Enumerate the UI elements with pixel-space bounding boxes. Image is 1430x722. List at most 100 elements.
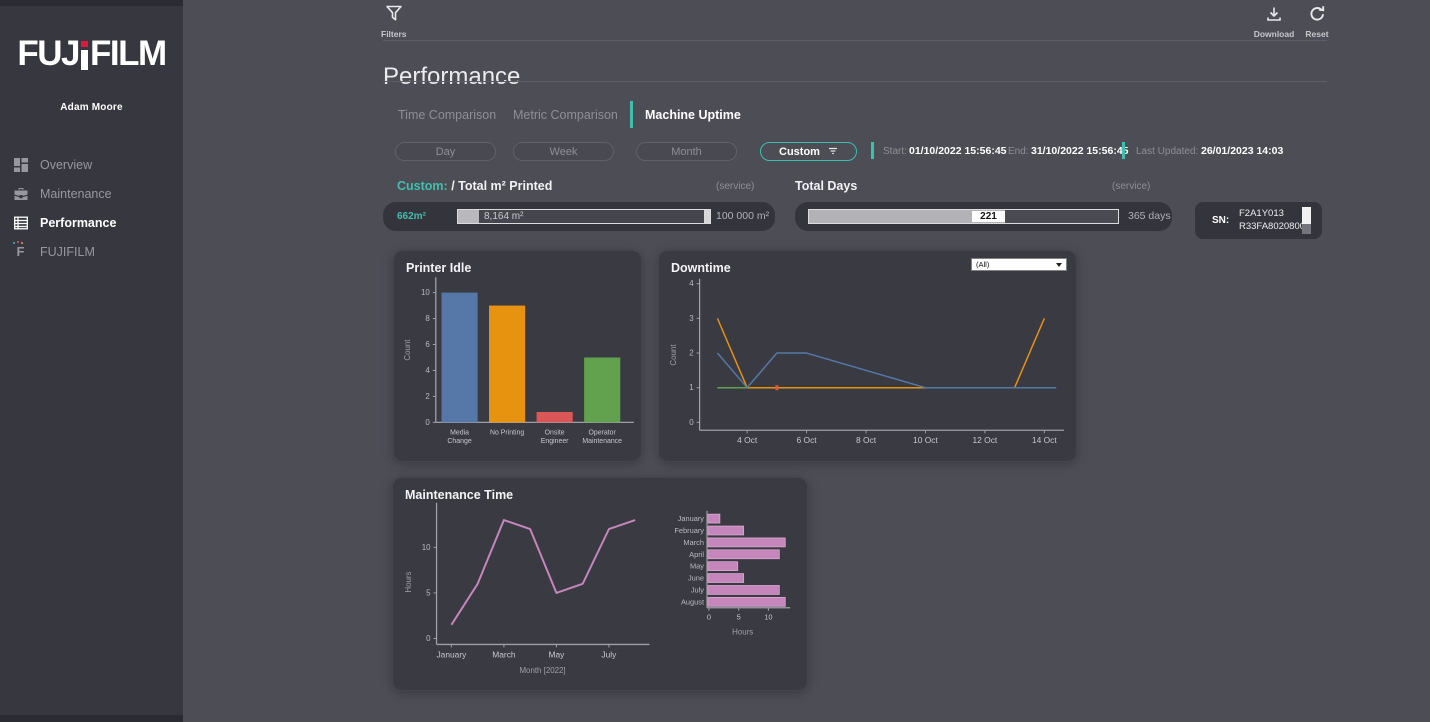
m2-scope-label: (service): [716, 181, 754, 192]
svg-text:Operator: Operator: [589, 429, 617, 436]
svg-text:0: 0: [689, 418, 694, 427]
m2-current-value: 8,164 m²: [484, 211, 523, 222]
sidebar-top-strip: [0, 0, 183, 6]
download-icon: [1266, 6, 1282, 27]
days-slider-track[interactable]: 221: [808, 209, 1119, 224]
sidebar-item-label: Maintenance: [40, 187, 112, 201]
tab-machine-uptime[interactable]: Machine Uptime: [645, 108, 741, 122]
fujifilm-logo: FUJ FILM: [0, 36, 183, 71]
svg-text:Maintenance: Maintenance: [582, 438, 622, 445]
svg-text:January: January: [678, 514, 705, 523]
m2-slider-handle[interactable]: [704, 210, 710, 223]
sn-scrollbar-thumb[interactable]: [1302, 207, 1311, 224]
end-value: 31/10/2022 15:56:45: [1031, 145, 1129, 157]
filters-label: Filters: [381, 29, 407, 39]
svg-text:April: April: [689, 550, 704, 559]
days-slider-handle[interactable]: 221: [972, 211, 1005, 222]
svg-text:14 Oct: 14 Oct: [1032, 435, 1057, 445]
m2-min-value: 662m²: [397, 211, 426, 222]
dashboard-icon: [13, 157, 28, 172]
active-tab-indicator: [630, 101, 633, 128]
reset-icon: [1309, 5, 1326, 27]
svg-text:4 Oct: 4 Oct: [737, 435, 758, 445]
svg-text:No Printing: No Printing: [490, 429, 524, 436]
reset-button[interactable]: Reset: [1302, 5, 1332, 39]
sidebar-item-label: FUJIFILM: [40, 245, 95, 259]
custom-button-label: Custom: [779, 146, 820, 158]
logo-text-suffix: FILM: [90, 36, 166, 71]
sidebar-item-overview[interactable]: Overview: [0, 150, 183, 179]
sidebar-item-fujifilm[interactable]: F FUJIFILM: [0, 237, 183, 266]
custom-button[interactable]: Custom: [760, 142, 857, 161]
last-updated-label: Last Updated:: [1136, 146, 1198, 157]
svg-text:4: 4: [689, 279, 694, 288]
week-button[interactable]: Week: [513, 142, 614, 161]
sidebar-nav: Overview Maintenance: [0, 150, 183, 266]
svg-text:Hours: Hours: [732, 628, 753, 637]
svg-text:5: 5: [737, 613, 741, 622]
tab-metric-comparison[interactable]: Metric Comparison: [513, 108, 618, 122]
svg-text:Count: Count: [403, 339, 412, 361]
m2-max-value: 100 000 m²: [716, 210, 769, 222]
svg-text:12 Oct: 12 Oct: [972, 435, 997, 445]
start-value: 01/10/2022 15:56:45: [909, 145, 1007, 157]
maintenance-time-card: Maintenance Time 0510JanuaryMarchMayJuly…: [392, 477, 808, 691]
filter-lines-icon: [828, 146, 838, 158]
day-button[interactable]: Day: [395, 142, 496, 161]
filter-funnel-icon: [385, 5, 403, 27]
date-separator-bar: [871, 142, 874, 159]
printer-idle-bar-chart: 0246810CountMediaChangeNo PrintingOnsite…: [394, 251, 641, 461]
sidebar-item-performance[interactable]: Performance: [0, 208, 183, 237]
sn-values: F2A1Y013 R33FA80208001: [1239, 208, 1310, 233]
reset-label: Reset: [1305, 29, 1328, 39]
download-button[interactable]: Download: [1253, 6, 1295, 39]
tab-time-comparison[interactable]: Time Comparison: [398, 108, 496, 122]
page-title: Performance: [383, 63, 520, 91]
svg-text:2: 2: [425, 392, 429, 401]
sidebar: FUJ FILM Adam Moore Overview Maintena: [0, 0, 183, 722]
svg-text:8: 8: [425, 314, 430, 323]
total-days-title: Total Days: [795, 179, 857, 193]
maintenance-by-month-bar-chart: JanuaryFebruaryMarchAprilMayJuneJulyAugu…: [393, 478, 807, 690]
end-label: End:: [1008, 146, 1029, 157]
svg-text:4: 4: [425, 366, 430, 375]
m2-title-text: / Total m² Printed: [451, 179, 552, 193]
svg-text:August: August: [681, 597, 704, 606]
last-updated-value: 26/01/2023 14:03: [1201, 145, 1283, 157]
svg-text:Engineer: Engineer: [541, 438, 569, 445]
m2-printed-title: Custom: / Total m² Printed: [397, 179, 552, 193]
svg-text:0: 0: [425, 418, 430, 427]
total-days-slider: 221 365 days: [795, 202, 1172, 231]
downtime-card: Downtime (All) 012344 Oct6 Oct8 Oct10 Oc…: [658, 250, 1077, 462]
sn-label: SN:: [1212, 215, 1229, 226]
sn-value-1: F2A1Y013: [1239, 208, 1310, 221]
logo-red-dot-i: [81, 41, 88, 70]
svg-text:1: 1: [689, 383, 694, 392]
logo-text-prefix: FUJ: [17, 36, 79, 71]
svg-text:July: July: [691, 585, 704, 594]
m2-printed-slider: 662m² 8,164 m² 100 000 m²: [383, 202, 775, 231]
downtime-line-chart: 012344 Oct6 Oct8 Oct10 Oct12 Oct14 OctCo…: [659, 251, 1076, 461]
svg-text:May: May: [690, 562, 704, 571]
svg-text:March: March: [683, 538, 704, 547]
m2-slider-track[interactable]: 8,164 m²: [457, 209, 711, 224]
month-button[interactable]: Month: [636, 142, 737, 161]
sidebar-item-maintenance[interactable]: Maintenance: [0, 179, 183, 208]
svg-text:8 Oct: 8 Oct: [856, 435, 877, 445]
svg-text:0: 0: [707, 613, 711, 622]
svg-text:Onsite: Onsite: [545, 429, 565, 436]
table-icon: [13, 215, 28, 230]
filters-button[interactable]: Filters: [381, 5, 407, 39]
svg-text:Media: Media: [450, 429, 469, 436]
sidebar-item-label: Performance: [40, 216, 116, 230]
svg-text:3: 3: [689, 314, 694, 323]
serial-number-box: SN: F2A1Y013 R33FA80208001: [1195, 202, 1322, 239]
svg-text:February: February: [674, 526, 704, 535]
svg-text:10: 10: [764, 613, 772, 622]
svg-text:6 Oct: 6 Oct: [797, 435, 818, 445]
updated-separator-bar: [1122, 142, 1125, 159]
sn-scrollbar[interactable]: [1302, 207, 1311, 234]
custom-prefix: Custom:: [397, 179, 448, 193]
days-max-value: 365 days: [1128, 210, 1171, 222]
printer-idle-card: Printer Idle 0246810CountMediaChangeNo P…: [393, 250, 642, 462]
